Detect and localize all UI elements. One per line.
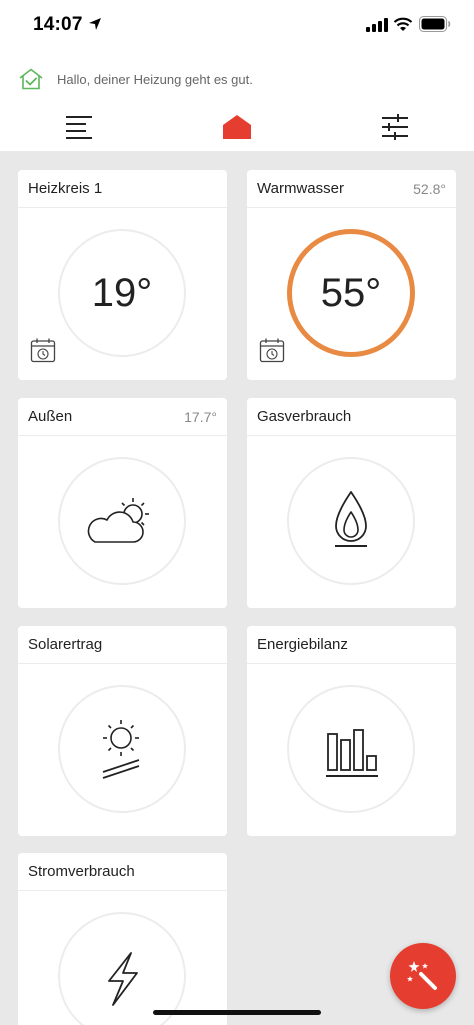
card-header: Energiebilanz — [247, 626, 456, 664]
home-indicator[interactable] — [153, 1010, 321, 1015]
card-title: Energiebilanz — [257, 636, 348, 653]
card-solarertrag[interactable]: Solarertrag — [18, 626, 227, 836]
status-notice: Hallo, deiner Heizung geht es gut. — [18, 66, 253, 92]
card-energiebilanz[interactable]: Energiebilanz — [247, 626, 456, 836]
lightning-icon — [108, 952, 138, 1006]
bar-chart-icon — [326, 729, 378, 777]
card-header: Warmwasser 52.8° — [247, 170, 456, 208]
outside-temperature: 17.7° — [184, 408, 217, 425]
sun-panel-icon — [102, 720, 140, 779]
home-icon — [223, 115, 251, 139]
card-header: Stromverbrauch — [18, 853, 227, 891]
card-title: Stromverbrauch — [28, 863, 135, 880]
magic-wand-button[interactable] — [390, 943, 456, 1009]
card-header: Gasverbrauch — [247, 398, 456, 436]
temperature-dial[interactable]: 55° — [287, 229, 415, 357]
schedule-calendar-icon[interactable] — [30, 337, 56, 363]
icon-circle — [58, 685, 186, 813]
settings-button[interactable] — [380, 112, 410, 142]
house-check-icon — [19, 68, 43, 90]
wifi-icon — [393, 17, 413, 31]
card-title: Warmwasser — [257, 180, 344, 197]
menu-button[interactable] — [64, 112, 94, 142]
card-heizkreis[interactable]: Heizkreis 1 19° — [18, 170, 227, 380]
card-header: Solarertrag — [18, 626, 227, 664]
partly-cloudy-icon — [87, 498, 149, 543]
menu-icon — [66, 116, 92, 139]
status-time: 14:07 — [33, 14, 83, 35]
flame-icon — [335, 491, 367, 547]
card-title: Gasverbrauch — [257, 408, 352, 425]
cellular-signal-icon — [366, 18, 388, 32]
icon-circle — [287, 685, 415, 813]
card-title: Außen — [28, 408, 73, 425]
card-header: Heizkreis 1 — [18, 170, 227, 208]
card-gasverbrauch[interactable]: Gasverbrauch — [247, 398, 456, 608]
status-bar: 14:07 — [0, 0, 474, 52]
home-tab[interactable] — [222, 112, 252, 142]
notice-text: Hallo, deiner Heizung geht es gut. — [57, 71, 253, 87]
card-aussen[interactable]: Außen 17.7° — [18, 398, 227, 608]
icon-circle — [58, 457, 186, 585]
card-title: Heizkreis 1 — [28, 180, 103, 197]
target-temperature: 19° — [91, 270, 153, 315]
battery-icon — [419, 16, 451, 32]
current-water-temperature: 52.8° — [413, 180, 446, 197]
card-header: Außen 17.7° — [18, 398, 227, 436]
temperature-dial[interactable]: 19° — [58, 229, 186, 357]
card-stromverbrauch[interactable]: Stromverbrauch — [18, 853, 227, 1025]
schedule-calendar-icon[interactable] — [259, 337, 285, 363]
magic-wand-icon — [407, 961, 437, 990]
location-arrow-icon — [89, 18, 101, 30]
target-temperature: 55° — [320, 270, 382, 315]
top-nav — [0, 104, 474, 150]
card-title: Solarertrag — [28, 636, 103, 653]
dashboard: Heizkreis 1 19° Warmwasser 52.8° 55° Auß… — [0, 151, 474, 1025]
icon-circle — [287, 457, 415, 585]
card-warmwasser[interactable]: Warmwasser 52.8° 55° — [247, 170, 456, 380]
sliders-icon — [382, 114, 408, 140]
icon-circle — [58, 912, 186, 1025]
